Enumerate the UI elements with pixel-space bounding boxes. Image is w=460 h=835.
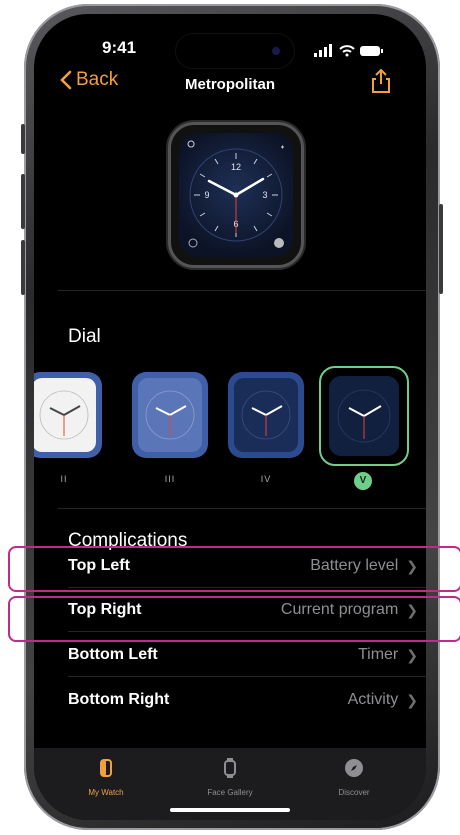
compass-icon — [345, 759, 363, 777]
volume-up-button — [21, 174, 25, 229]
dial-picker[interactable]: II III IV V — [34, 366, 426, 490]
selected-checkmark-badge: V — [354, 472, 372, 490]
side-button — [439, 204, 443, 294]
share-icon[interactable] — [370, 68, 392, 94]
status-time: 9:41 — [102, 38, 137, 57]
wifi-icon — [339, 45, 355, 53]
dial-label-iv: IV — [260, 474, 272, 484]
dial-iv-clock — [241, 390, 291, 440]
activity-complication-icon — [274, 238, 284, 248]
numeral-3: 3 — [262, 190, 267, 200]
hour-hand — [234, 177, 265, 197]
row-label: Bottom Left — [68, 646, 158, 663]
watch-face: 12 3 6 9 — [179, 133, 293, 257]
numeral-9: 9 — [204, 190, 209, 200]
divider — [58, 508, 426, 509]
action-button — [21, 124, 25, 154]
divider — [58, 290, 426, 291]
tab-label: Discover — [338, 788, 370, 797]
navigation-bar: Back Metropolitan — [34, 64, 426, 104]
numeral-12: 12 — [231, 162, 241, 172]
page-title: Metropolitan — [185, 76, 275, 93]
timer-complication-icon — [188, 238, 198, 248]
camera-icon — [272, 47, 280, 55]
watch-icon — [100, 759, 112, 777]
tab-my-watch[interactable]: My Watch — [56, 758, 156, 797]
row-value: Activity — [347, 691, 399, 708]
complication-row-bottom-right[interactable]: Bottom Right Activity ❯ — [68, 680, 418, 720]
chevron-right-icon: ❯ — [406, 646, 418, 663]
dial-option-v[interactable] — [319, 366, 409, 466]
row-divider — [68, 676, 426, 677]
battery-icon — [360, 46, 380, 56]
tab-label: Face Gallery — [207, 788, 253, 797]
dial-label-ii: II — [60, 474, 68, 484]
home-indicator — [170, 808, 290, 812]
dial-iii-clock — [145, 390, 195, 440]
face-gallery-icon — [224, 758, 236, 778]
status-icons — [314, 44, 383, 57]
dial-ii-clock — [39, 390, 89, 440]
dial-v-clock — [337, 389, 391, 443]
dynamic-island — [176, 34, 294, 68]
chevron-right-icon: ❯ — [406, 691, 418, 708]
tab-discover[interactable]: Discover — [304, 758, 404, 797]
volume-down-button — [21, 240, 25, 295]
highlight-top-left — [8, 546, 460, 592]
signal-icon — [314, 53, 317, 57]
tab-label: My Watch — [88, 788, 124, 797]
row-label: Bottom Right — [68, 691, 170, 708]
dial-heading: Dial — [68, 326, 101, 347]
status-bar: 9:41 — [34, 14, 426, 68]
program-complication-icon — [281, 145, 284, 149]
row-value: Timer — [357, 646, 399, 663]
watch-face-preview: 12 3 6 9 — [168, 122, 304, 268]
clock-dial: 12 3 6 9 — [187, 140, 284, 248]
battery-complication-icon — [187, 140, 195, 148]
minute-hand — [207, 179, 238, 197]
dial-option-iii[interactable] — [132, 372, 208, 458]
highlight-top-right — [8, 596, 460, 642]
screen: 9:41 Back Metropolitan 12 3 9 Dial II II… — [34, 14, 426, 820]
dial-label-iii: III — [164, 474, 176, 484]
tab-face-gallery[interactable]: Face Gallery — [180, 758, 280, 797]
dial-option-iv[interactable] — [228, 372, 304, 458]
dial-option-ii[interactable] — [34, 372, 102, 458]
